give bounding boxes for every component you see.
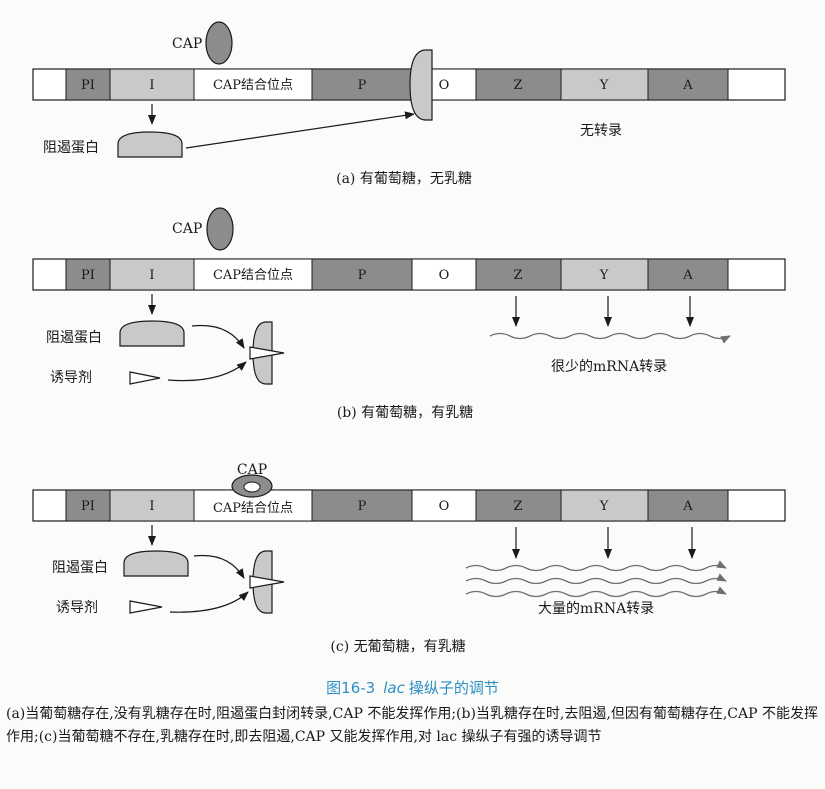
repressor-protein [117, 131, 183, 158]
label-pi: PI [81, 78, 95, 93]
repressor-bound-operator [409, 49, 433, 121]
label-o: O [439, 499, 450, 514]
label-cap-site: CAP结合位点 [213, 78, 293, 93]
repressor-protein [119, 320, 185, 347]
result-label: 无转录 [580, 123, 622, 139]
panel-b: PI I CAP结合位点 P O Z Y A CAP 阻遏蛋白 诱导剂 很少的m… [32, 207, 786, 421]
label-z: Z [513, 268, 522, 283]
label-z: Z [513, 78, 522, 93]
mrna-strand-3 [465, 586, 727, 598]
lac-operon-diagram: PI I CAP结合位点 P O Z Y A CAP 阻遏蛋白 无转录 (a) … [32, 21, 786, 655]
repressor-protein [123, 550, 189, 577]
label-y: Y [599, 78, 609, 93]
label-pi: PI [81, 499, 95, 514]
label-y: Y [599, 268, 609, 283]
repressor-arrow [193, 554, 245, 579]
label-pi: PI [81, 268, 95, 283]
mrna-strand [489, 332, 731, 344]
label-i: I [149, 78, 154, 93]
figure-number: 图16-3 [326, 679, 376, 697]
label-p: P [358, 499, 367, 514]
panel-c: PI I CAP结合位点 P O Z Y A CAP 阻遏蛋白 诱导剂 大量的m… [32, 462, 786, 655]
mrna-strand-1 [465, 560, 727, 572]
inducer-molecule [129, 600, 163, 614]
inducer-molecule [129, 371, 161, 385]
label-a: A [682, 499, 693, 514]
inducer-label: 诱导剂 [50, 370, 92, 386]
label-o: O [439, 268, 450, 283]
inducer-label: 诱导剂 [56, 600, 98, 616]
cap-label: CAP [172, 221, 202, 237]
label-cap-site: CAP结合位点 [213, 501, 293, 516]
label-o: O [439, 78, 450, 93]
camp-molecule [243, 481, 261, 493]
inducer-arrow [167, 361, 247, 382]
panel-caption: (c) 无葡萄糖，有乳糖 [330, 639, 465, 655]
repressor-label: 阻遏蛋白 [43, 140, 99, 156]
figure-title-text: 操纵子的调节 [408, 679, 499, 697]
cap-protein [205, 21, 233, 65]
label-p: P [358, 78, 367, 93]
binding-arrow [185, 111, 415, 149]
panel-caption: (a) 有葡萄糖，无乳糖 [336, 171, 472, 187]
figure-gene: lac [383, 679, 405, 697]
cap-label: CAP [172, 36, 202, 52]
figure-caption: (a)当葡萄糖存在,没有乳糖存在时,阻遏蛋白封闭转录,CAP 不能发挥作用;(b… [6, 706, 818, 745]
label-z: Z [513, 499, 522, 514]
label-a: A [682, 268, 693, 283]
label-i: I [149, 268, 154, 283]
mrna-strand-2 [465, 573, 727, 585]
panel-caption: (b) 有葡萄糖，有乳糖 [337, 405, 473, 421]
label-cap-site: CAP结合位点 [213, 268, 293, 283]
panel-a: PI I CAP结合位点 P O Z Y A CAP 阻遏蛋白 无转录 (a) … [32, 21, 786, 187]
result-label: 大量的mRNA转录 [538, 601, 654, 617]
label-a: A [682, 78, 693, 93]
label-y: Y [599, 499, 609, 514]
label-p: P [358, 268, 367, 283]
figure-title: 图16-3 lac 操纵子的调节 [0, 677, 825, 698]
label-i: I [149, 499, 154, 514]
repressor-arrow [191, 324, 245, 349]
cap-protein [206, 207, 234, 251]
inducer-arrow [169, 591, 249, 613]
result-label: 很少的mRNA转录 [551, 359, 667, 375]
repressor-label: 阻遏蛋白 [52, 560, 108, 576]
repressor-label: 阻遏蛋白 [46, 330, 102, 346]
